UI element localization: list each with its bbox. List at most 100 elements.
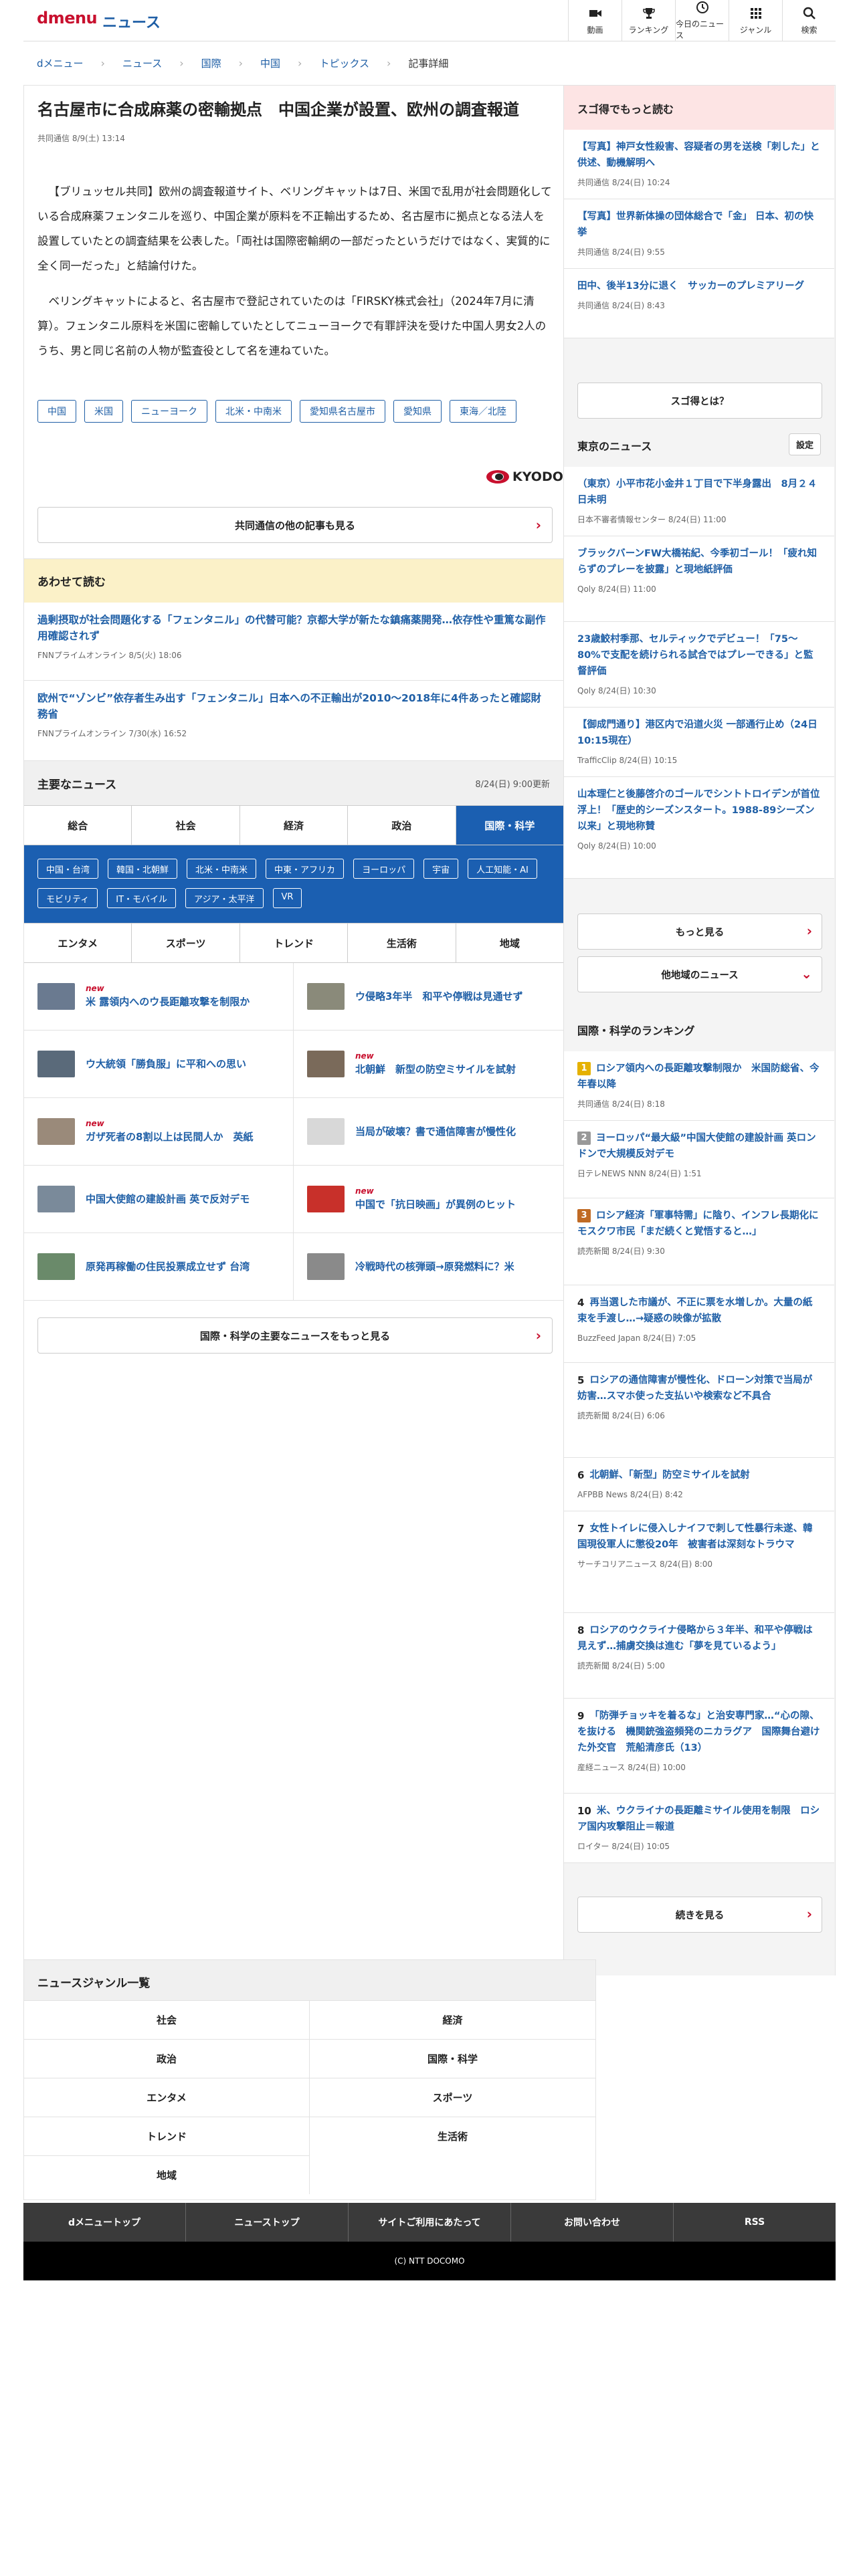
tokyo-more-button[interactable]: もっと見る › (577, 914, 822, 950)
breadcrumb-item[interactable]: ニュース (122, 56, 162, 70)
kyodo-more-button[interactable]: 共同通信の他の記事も見る › (37, 507, 553, 543)
subcategory-link[interactable]: 北米・中南米 (187, 859, 257, 879)
news-title[interactable]: 当局が破壊？書で通信障害が慢性化 (355, 1124, 516, 1139)
ranking-item[interactable]: 8 ロシアのウクライナ侵略から３年半、和平や停戦は見えず…捕虜交換は進む「夢を見て… (564, 1613, 834, 1699)
other-region-button[interactable]: 他地域のニュース ⌄ (577, 956, 822, 992)
genre-link[interactable]: 政治 (24, 2039, 310, 2078)
site-title[interactable]: ニュース (102, 11, 161, 32)
news-item[interactable]: 冷戦時代の核弾頭→原発燃料に？米 (294, 1233, 563, 1300)
related-item[interactable]: 過剰摂取が社会問題化する「フェンタニル」の代替可能？京都大学が新たな鎮痛薬開発…… (24, 603, 563, 681)
tab-international[interactable]: 国際・科学 (456, 806, 564, 845)
related-item-title[interactable]: 欧州で“ゾンビ”依存者生み出す「フェンタニル」日本への不正輸出が2010～201… (37, 690, 550, 722)
ranking-item[interactable]: 5 ロシアの通信障害が慢性化、ドローン対策で当局が妨害…スマホ使った支払いや検索な… (564, 1363, 834, 1458)
ranking-item-title[interactable]: 9 「防弾チョッキを着るな」と治安専門家…“心の隙、を抜ける 機関銃強盗頻発のニカ… (577, 1708, 821, 1756)
tab-region[interactable]: 地域 (456, 924, 564, 962)
sugotoku-item[interactable]: 【写真】世界新体操の団体総合で「金」 日本、初の快挙 共同通信 8/24(日) … (564, 199, 834, 269)
genre-link[interactable]: 経済 (310, 2000, 595, 2039)
genre-link[interactable]: 社会 (24, 2000, 310, 2039)
news-item[interactable]: 原発再稼働の住民投票成立せず 台湾 (24, 1233, 294, 1300)
tag-link[interactable]: ニューヨーク (131, 400, 207, 423)
tag-link[interactable]: 北米・中南米 (215, 400, 292, 423)
tag-link[interactable]: 米国 (84, 400, 123, 423)
genre-link[interactable]: トレンド (24, 2117, 310, 2155)
nav-video[interactable]: 動画 (568, 0, 622, 41)
news-title[interactable]: 米 露領内へのウ長距離攻撃を制限か (86, 994, 250, 1009)
news-item[interactable]: new ガザ死者の8割以上は民間人か 英紙 (24, 1098, 294, 1165)
ranking-item[interactable]: 10 米、ウクライナの長距離ミサイル使用を制限 ロシア国内攻撃阻止＝報道 ロイター … (564, 1794, 834, 1863)
tag-link[interactable]: 愛知県 (393, 400, 442, 423)
ranking-item-title[interactable]: 10 米、ウクライナの長距離ミサイル使用を制限 ロシア国内攻撃阻止＝報道 (577, 1803, 821, 1835)
ranking-item-title[interactable]: 1 ロシア領内への長距離攻撃制限か 米国防総省、今年春以降 (577, 1061, 821, 1093)
news-item[interactable]: 中国大使館の建設計画 英で反対デモ (24, 1166, 294, 1232)
tab-entertainment[interactable]: エンタメ (24, 924, 132, 962)
tab-economy[interactable]: 経済 (240, 806, 349, 845)
subcategory-link[interactable]: 中東・アフリカ (266, 859, 345, 879)
ranking-more-button[interactable]: 続きを見る › (577, 1897, 822, 1933)
nav-ranking[interactable]: ランキング (622, 0, 675, 41)
subcategory-link[interactable]: VR (272, 888, 302, 908)
tab-lifestyle[interactable]: 生活術 (348, 924, 456, 962)
news-title[interactable]: ガザ死者の8割以上は民間人か 英紙 (86, 1130, 253, 1144)
ranking-item-title[interactable]: 7 女性トイレに侵入しナイフで刺して性暴行未遂、韓国現役軍人に懲役20年 被害者は… (577, 1521, 821, 1553)
tokyo-news-item[interactable]: ブラックバーンFW大橋祐紀、今季初ゴール！「疲れ知らずのプレーを披露」と現地紙評… (564, 536, 834, 622)
news-title[interactable]: 北朝鮮 新型の防空ミサイルを試射 (355, 1062, 516, 1077)
sugotoku-item[interactable]: 【写真】神戸女性殺害、容疑者の男を送検「刺した」と供述、動機解明へ 共同通信 8… (564, 130, 834, 199)
tokyo-settings-button[interactable]: 設定 (788, 433, 821, 455)
nav-today[interactable]: 今日のニュース (675, 0, 729, 41)
tokyo-news-item[interactable]: 山本理仁と後藤啓介のゴールでシントトロイデンが首位浮上！「歴史的シーズンスタート… (564, 777, 834, 879)
footer-link[interactable]: サイトご利用にあたって (349, 2203, 511, 2242)
tab-sports[interactable]: スポーツ (132, 924, 240, 962)
sugotoku-about-button[interactable]: スゴ得とは？ (577, 383, 822, 419)
subcategory-link[interactable]: IT・モバイル (107, 888, 177, 908)
related-item[interactable]: 欧州で“ゾンビ”依存者生み出す「フェンタニル」日本への不正輸出が2010～201… (24, 681, 563, 761)
news-item[interactable]: new 北朝鮮 新型の防空ミサイルを試射 (294, 1031, 563, 1097)
news-item[interactable]: new 米 露領内へのウ長距離攻撃を制限か (24, 963, 294, 1030)
subcategory-link[interactable]: ヨーロッパ (353, 859, 415, 879)
tokyo-news-title[interactable]: 【御成門通り】港区内で沿道火災 一部通行止め（24日10:15現在） (577, 717, 821, 749)
ranking-item[interactable]: 9 「防弾チョッキを着るな」と治安専門家…“心の隙、を抜ける 機関銃強盗頻発のニカ… (564, 1699, 834, 1794)
news-title[interactable]: 中国で「抗日映画」が異例のヒット (355, 1197, 516, 1212)
genre-link[interactable]: 国際・科学 (310, 2039, 595, 2078)
tokyo-news-item[interactable]: （東京）小平市花小金井１丁目で下半身露出 8月２４日未明 日本不審者情報センター… (564, 467, 834, 536)
genre-link[interactable]: 生活術 (310, 2117, 595, 2155)
ranking-item[interactable]: 4 再当選した市議が、不正に票を水増しか。大量の紙束を手渡し…→疑惑の映像が拡散 B… (564, 1285, 834, 1363)
tokyo-news-title[interactable]: 山本理仁と後藤啓介のゴールでシントトロイデンが首位浮上！「歴史的シーズンスタート… (577, 786, 821, 835)
news-item[interactable]: ウ大統領「勝負服」に平和への思い (24, 1031, 294, 1097)
tab-general[interactable]: 総合 (24, 806, 132, 845)
breadcrumb-item[interactable]: トピックス (319, 56, 369, 70)
news-item[interactable]: 当局が破壊？書で通信障害が慢性化 (294, 1098, 563, 1165)
footer-link[interactable]: お問い合わせ (511, 2203, 674, 2242)
sugotoku-item-title[interactable]: 田中、後半13分に退く サッカーのプレミアリーグ (577, 278, 821, 294)
breadcrumb-item[interactable]: dメニュー (37, 56, 84, 70)
ranking-item[interactable]: 3 ロシア経済「軍事特需」に陰り、インフレ長期化にモスクワ市民「まだ続くと覚悟する… (564, 1198, 834, 1285)
tab-politics[interactable]: 政治 (348, 806, 456, 845)
ranking-item-title[interactable]: 2 ヨーロッパ“最大級”中国大使館の建設計画 英ロンドンで大規模反対デモ (577, 1130, 821, 1162)
international-more-button[interactable]: 国際・科学の主要なニュースをもっと見る › (37, 1317, 553, 1354)
footer-link[interactable]: ニューストップ (186, 2203, 349, 2242)
ranking-item[interactable]: 1 ロシア領内への長距離攻撃制限か 米国防総省、今年春以降 共同通信 8/24(日)… (564, 1051, 834, 1121)
subcategory-link[interactable]: アジア・太平洋 (185, 888, 264, 908)
news-title[interactable]: 冷戦時代の核弾頭→原発燃料に？米 (355, 1259, 514, 1274)
ranking-item[interactable]: 2 ヨーロッパ“最大級”中国大使館の建設計画 英ロンドンで大規模反対デモ 日テレNE… (564, 1121, 834, 1198)
news-title[interactable]: ウ大統領「勝負服」に平和への思い (86, 1057, 246, 1071)
subcategory-link[interactable]: モビリティ (37, 888, 98, 908)
subcategory-link[interactable]: 人工知能・AI (468, 859, 537, 879)
nav-search[interactable]: 検索 (782, 0, 836, 41)
subcategory-link[interactable]: 韓国・北朝鮮 (108, 859, 178, 879)
tokyo-news-item[interactable]: 【御成門通り】港区内で沿道火災 一部通行止め（24日10:15現在） Traff… (564, 708, 834, 777)
ranking-item-title[interactable]: 4 再当選した市議が、不正に票を水増しか。大量の紙束を手渡し…→疑惑の映像が拡散 (577, 1295, 821, 1327)
ranking-item-title[interactable]: 8 ロシアのウクライナ侵略から３年半、和平や停戦は見えず…捕虜交換は進む「夢を見て… (577, 1622, 821, 1654)
tag-link[interactable]: 東海／北陸 (450, 400, 516, 423)
nav-genre[interactable]: ジャンル (729, 0, 782, 41)
genre-link[interactable]: エンタメ (24, 2078, 310, 2117)
sugotoku-item[interactable]: 田中、後半13分に退く サッカーのプレミアリーグ 共同通信 8/24(日) 8:… (564, 269, 834, 338)
ranking-item-title[interactable]: 5 ロシアの通信障害が慢性化、ドローン対策で当局が妨害…スマホ使った支払いや検索な… (577, 1372, 821, 1404)
news-item[interactable]: new 中国で「抗日映画」が異例のヒット (294, 1166, 563, 1232)
tag-link[interactable]: 中国 (37, 400, 76, 423)
ranking-item-title[interactable]: 6 北朝鮮、「新型」防空ミサイルを試射 (577, 1467, 821, 1483)
tokyo-news-item[interactable]: 23歳鮫村季那、セルティックでデビュー！「75～80%で支配を続けられる試合では… (564, 622, 834, 708)
news-title[interactable]: ウ侵略3年半 和平や停戦は見通せず (355, 989, 522, 1004)
footer-link[interactable]: dメニュートップ (23, 2203, 186, 2242)
breadcrumb-item[interactable]: 中国 (260, 56, 280, 70)
breadcrumb-item[interactable]: 国際 (201, 56, 221, 70)
